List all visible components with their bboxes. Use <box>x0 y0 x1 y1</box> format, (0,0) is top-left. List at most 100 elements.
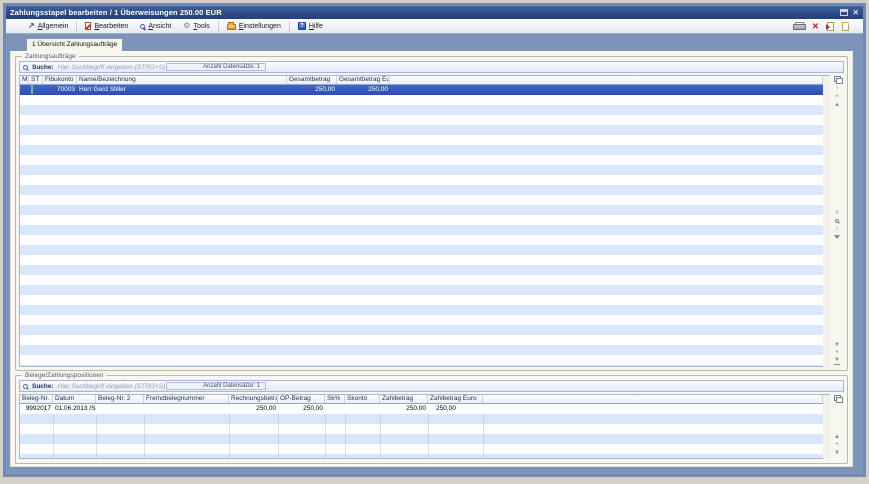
next-record-icon[interactable]: ▼ <box>834 341 840 349</box>
menu-tools-label: Tools <box>193 23 209 30</box>
column-header-m[interactable]: M <box>20 76 29 84</box>
arrow-up-right-icon: ↗ <box>28 22 35 30</box>
groupbox-legend: Zahlungsaufträge <box>22 53 79 61</box>
last-record-icon[interactable]: ▼ <box>834 357 840 365</box>
previous-record-icon[interactable]: ▲ <box>834 433 840 441</box>
gear-icon: ⚙ <box>183 22 190 30</box>
column-header-name[interactable]: Name/Bezeichnung <box>77 76 287 84</box>
scroll-top-icon[interactable]: ↑ <box>836 85 839 93</box>
search-placeholder: Hier Suchbegriff eingeben (STRG+S) <box>58 383 165 390</box>
previous-record-icon[interactable]: ▲ <box>834 101 840 109</box>
menu-ansicht-label: Ansicht <box>148 23 171 30</box>
search-placeholder: Hier Suchbegriff eingeben (STRG+S) <box>58 64 165 71</box>
menu-bearbeiten[interactable]: Bearbeiten <box>79 21 134 31</box>
cell-zahlbetrag: 250,00 <box>380 404 428 414</box>
sort-icon[interactable]: ↕ <box>836 225 839 233</box>
cell-name: Herr Gerd Stiller <box>77 85 287 95</box>
cell-skonto <box>345 404 380 414</box>
menu-einstellungen[interactable]: Einstellungen <box>221 21 287 31</box>
menu-separator <box>289 21 290 32</box>
cell-sk-prozent <box>325 404 345 414</box>
content-area: 1 Übersicht Zahlungsaufträge Zahlungsauf… <box>6 34 863 473</box>
transfer-icon <box>31 85 33 94</box>
next-record-icon[interactable]: ▼ <box>834 449 840 457</box>
groupbox-legend: Belege/Zahlungspositionen <box>22 372 106 380</box>
menu-separator <box>218 21 219 32</box>
table-row-selected[interactable]: 70003 Herr Gerd Stiller 250,00 250,00 <box>20 85 823 95</box>
application-window: Zahlungsstapel bearbeiten / 1 Überweisun… <box>3 3 866 477</box>
column-header-datum[interactable]: Datum <box>53 395 96 403</box>
settings-folder-icon <box>227 24 236 30</box>
scrollbar-track[interactable] <box>823 394 830 459</box>
search-icon <box>23 384 28 389</box>
cell-rechnungsbetrag: 250,00 <box>229 404 278 414</box>
search-label: Suche: <box>32 64 54 71</box>
column-header-fremdbelegnummer[interactable]: Fremdbelegnummer <box>144 395 229 403</box>
table-row[interactable]: 9992017 01.06.2013 /Sa 250,00 250,00 250… <box>20 404 823 414</box>
cell-m <box>20 85 29 95</box>
cell-fremdbelegnummer <box>144 404 229 414</box>
cell-zahlbetrag-euro: 250,00 <box>428 404 483 414</box>
cell-op-betrag: 250,00 <box>278 404 325 414</box>
title-bar[interactable]: Zahlungsstapel bearbeiten / 1 Überweisun… <box>6 6 863 19</box>
magnifier-icon <box>140 24 145 29</box>
column-header-fibukonto[interactable]: Fibukonto <box>43 76 77 84</box>
cell-beleg-nr-2 <box>96 404 144 414</box>
menu-separator <box>76 21 77 32</box>
column-header-zahlbetrag-euro[interactable]: Zahlbetrag Euro <box>428 395 483 403</box>
filter-icon[interactable] <box>834 235 840 239</box>
groupbox-zahlungsauftraege: Zahlungsaufträge Suche: Hier Suchbegriff… <box>15 56 848 371</box>
menu-tools[interactable]: ⚙ Tools <box>177 21 216 31</box>
menu-bearbeiten-label: Bearbeiten <box>94 23 128 30</box>
column-header-filler <box>390 76 823 84</box>
column-header-rechnungsbetrag[interactable]: Rechnungsbetrag <box>229 395 278 403</box>
cell-gesamtbetrag-euro: 250,00 <box>337 85 390 95</box>
delete-icon[interactable]: ✕ <box>812 22 819 30</box>
cell-st <box>29 85 43 95</box>
grid-header-row: Beleg-Nr. Datum Beleg-Nr. 2 Fremdbelegnu… <box>20 395 823 404</box>
column-header-st[interactable]: ST <box>29 76 43 84</box>
documents-grid[interactable]: Beleg-Nr. Datum Beleg-Nr. 2 Fremdbelegnu… <box>19 394 823 459</box>
cell-gesamtbetrag: 250,00 <box>287 85 337 95</box>
restore-icon[interactable] <box>840 9 848 16</box>
close-icon[interactable]: ✕ <box>853 9 859 16</box>
grid-header-row: M ST Fibukonto Name/Bezeichnung Gesamtbe… <box>20 76 823 85</box>
menu-bar: ↗ Allgemein Bearbeiten Ansicht ⚙ Tools E… <box>6 19 863 34</box>
add-record-icon[interactable]: + <box>835 349 839 357</box>
column-header-skonto[interactable]: Skonto <box>345 395 380 403</box>
column-header-gesamtbetrag-euro[interactable]: Gesamtbetrag Euro <box>337 76 390 84</box>
cell-datum: 01.06.2013 /Sa <box>53 404 96 414</box>
payment-orders-grid[interactable]: M ST Fibukonto Name/Bezeichnung Gesamtbe… <box>19 75 823 367</box>
insert-record-icon[interactable]: + <box>835 93 839 101</box>
help-icon: ? <box>298 22 306 30</box>
new-document-icon[interactable] <box>842 22 849 31</box>
column-header-sk-prozent[interactable]: Sk% <box>325 395 345 403</box>
menu-hilfe[interactable]: ? Hilfe <box>292 21 329 31</box>
add-record-icon[interactable]: + <box>835 441 839 449</box>
column-chooser-icon[interactable] <box>834 395 841 401</box>
column-header-filler <box>483 395 823 403</box>
tab-bar: 1 Übersicht Zahlungsaufträge <box>6 34 863 51</box>
grid-search-icon[interactable] <box>835 219 839 223</box>
menu-ansicht[interactable]: Ansicht <box>134 22 177 31</box>
print-icon[interactable] <box>793 22 804 30</box>
close-batch-icon[interactable] <box>827 22 834 31</box>
tab-uebersicht-zahlungsauftraege[interactable]: 1 Übersicht Zahlungsaufträge <box>26 38 123 51</box>
empty-rows-area <box>20 414 823 458</box>
column-header-gesamtbetrag[interactable]: Gesamtbetrag <box>287 76 337 84</box>
column-header-op-betrag[interactable]: OP-Betrag <box>278 395 325 403</box>
list-view-icon[interactable]: ≡ <box>835 209 839 217</box>
search-input[interactable]: Suche: Hier Suchbegriff eingeben (STRG+S… <box>19 61 844 73</box>
column-header-beleg-nr-2[interactable]: Beleg-Nr. 2 <box>96 395 144 403</box>
grid-side-toolbar: ↑ + ▲ ≡ ↕ ▼ + ▼ <box>830 75 844 367</box>
column-header-beleg-nr[interactable]: Beleg-Nr. <box>20 395 53 403</box>
column-header-zahlbetrag[interactable]: Zahlbetrag <box>380 395 428 403</box>
empty-rows-area <box>20 95 823 366</box>
main-panel: Zahlungsaufträge Suche: Hier Suchbegriff… <box>10 51 853 467</box>
column-chooser-icon[interactable] <box>834 76 841 82</box>
scrollbar-track[interactable] <box>823 75 830 367</box>
menu-allgemein[interactable]: ↗ Allgemein <box>22 21 74 31</box>
menu-allgemein-label: Allgemein <box>38 23 69 30</box>
search-label: Suche: <box>32 383 54 390</box>
search-input[interactable]: Suche: Hier Suchbegriff eingeben (STRG+S… <box>19 380 844 392</box>
